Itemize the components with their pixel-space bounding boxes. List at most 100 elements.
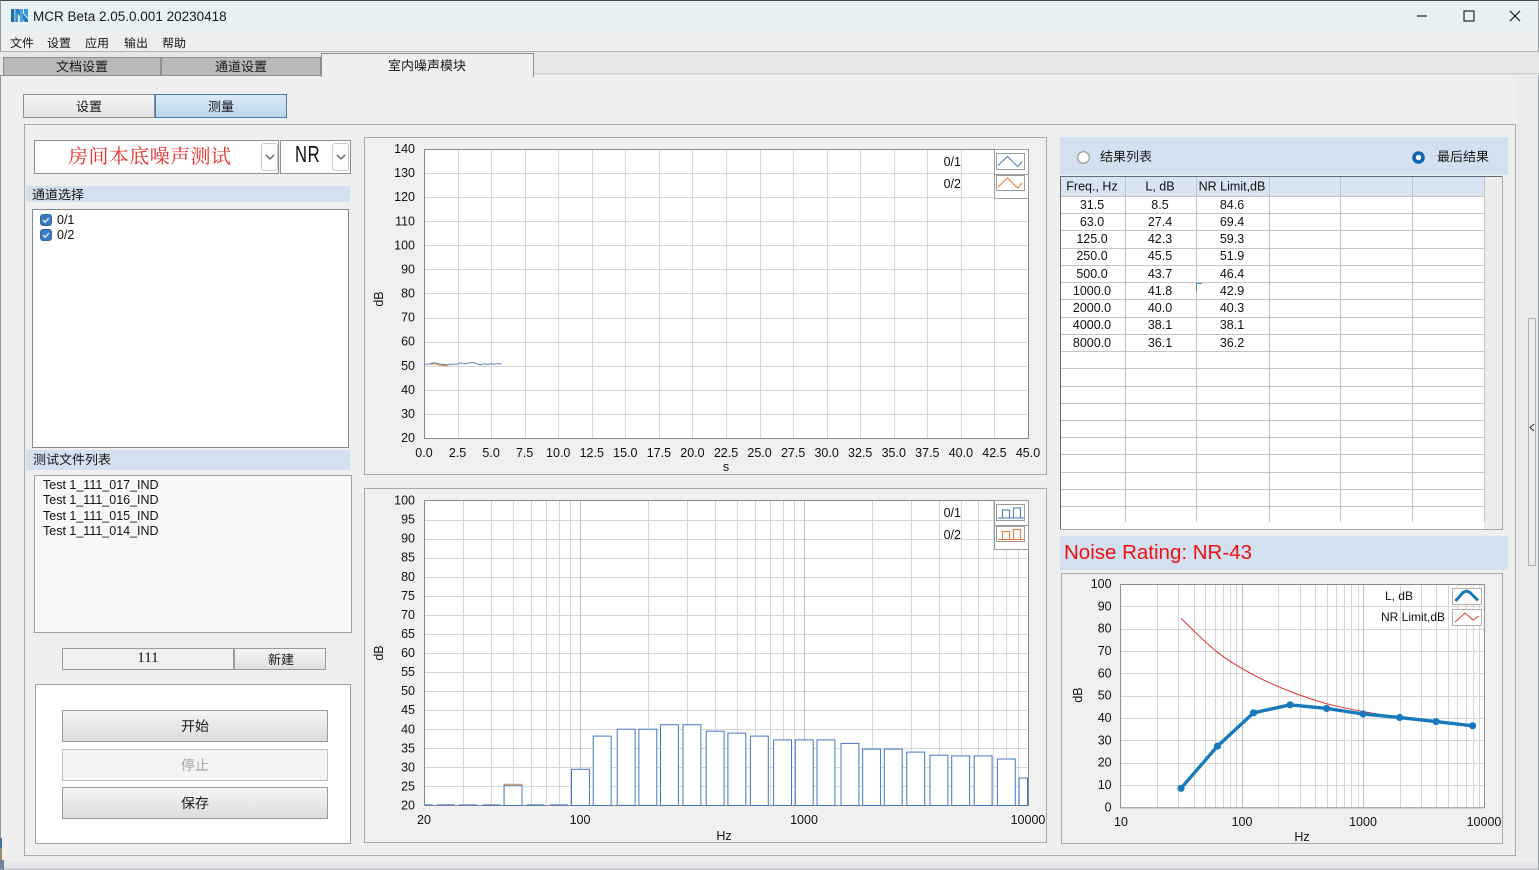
svg-text:2000.0: 2000.0 [1073, 301, 1111, 315]
svg-text:s: s [723, 460, 729, 474]
svg-text:5.0: 5.0 [482, 446, 499, 460]
svg-text:0: 0 [1105, 800, 1112, 814]
svg-text:8000.0: 8000.0 [1073, 336, 1111, 350]
svg-text:100: 100 [1232, 815, 1253, 829]
svg-text:L, dB: L, dB [1145, 180, 1174, 194]
svg-text:45.5: 45.5 [1148, 249, 1172, 263]
svg-text:59.3: 59.3 [1220, 232, 1244, 246]
svg-text:69.4: 69.4 [1220, 215, 1244, 229]
svg-text:110: 110 [395, 214, 415, 228]
svg-text:0/1: 0/1 [944, 506, 961, 520]
svg-text:90: 90 [401, 262, 415, 276]
svg-text:140: 140 [394, 142, 415, 156]
svg-text:0/2: 0/2 [944, 177, 961, 191]
svg-text:dB: dB [372, 645, 386, 660]
svg-text:100: 100 [570, 813, 591, 827]
svg-text:55: 55 [401, 665, 415, 679]
svg-text:40.0: 40.0 [949, 446, 973, 460]
svg-text:17.5: 17.5 [647, 446, 671, 460]
svg-text:40.0: 40.0 [1148, 301, 1172, 315]
svg-text:Hz: Hz [1294, 830, 1309, 844]
svg-text:10.0: 10.0 [546, 446, 570, 460]
svg-text:42.3: 42.3 [1148, 232, 1172, 246]
svg-text:12.5: 12.5 [580, 446, 604, 460]
svg-text:20: 20 [417, 813, 431, 827]
svg-text:60: 60 [401, 335, 415, 349]
svg-text:50: 50 [401, 684, 415, 698]
svg-text:35.0: 35.0 [882, 446, 906, 460]
svg-text:10000: 10000 [1011, 813, 1046, 827]
svg-text:1000: 1000 [790, 813, 818, 827]
svg-text:42.9: 42.9 [1220, 284, 1244, 298]
svg-text:80: 80 [1098, 622, 1112, 636]
svg-text:2.5: 2.5 [449, 446, 466, 460]
svg-text:27.4: 27.4 [1148, 215, 1172, 229]
svg-text:L, dB: L, dB [1385, 589, 1413, 603]
svg-text:30: 30 [401, 407, 415, 421]
svg-text:NR Limit,dB: NR Limit,dB [1199, 180, 1266, 194]
svg-text:40: 40 [1098, 711, 1112, 725]
svg-text:25: 25 [401, 779, 415, 793]
svg-text:1000: 1000 [1349, 815, 1377, 829]
svg-text:100: 100 [1091, 577, 1112, 591]
svg-text:30.0: 30.0 [814, 446, 838, 460]
svg-text:80: 80 [401, 570, 415, 584]
svg-text:0/1: 0/1 [944, 155, 961, 169]
svg-text:36.1: 36.1 [1148, 336, 1172, 350]
svg-text:40.3: 40.3 [1220, 301, 1244, 315]
svg-text:130: 130 [394, 166, 415, 180]
svg-text:250.0: 250.0 [1076, 249, 1107, 263]
svg-text:31.5: 31.5 [1080, 198, 1104, 212]
svg-text:15.0: 15.0 [613, 446, 637, 460]
svg-text:20: 20 [401, 799, 415, 813]
svg-text:51.9: 51.9 [1220, 249, 1244, 263]
svg-text:65: 65 [401, 627, 415, 641]
svg-text:36.2: 36.2 [1220, 336, 1244, 350]
svg-text:50: 50 [401, 359, 415, 373]
svg-text:90: 90 [401, 532, 415, 546]
svg-text:dB: dB [372, 291, 386, 306]
svg-text:40: 40 [401, 722, 415, 736]
svg-text:100: 100 [394, 238, 415, 252]
svg-text:42.5: 42.5 [982, 446, 1006, 460]
svg-text:43.7: 43.7 [1148, 267, 1172, 281]
svg-text:80: 80 [401, 287, 415, 301]
svg-text:7.5: 7.5 [516, 446, 533, 460]
svg-text:30: 30 [401, 760, 415, 774]
svg-text:4000.0: 4000.0 [1073, 318, 1111, 332]
svg-text:46.4: 46.4 [1220, 267, 1244, 281]
svg-text:20: 20 [1098, 756, 1112, 770]
svg-text:1000.0: 1000.0 [1073, 284, 1111, 298]
svg-text:25.0: 25.0 [747, 446, 771, 460]
svg-text:60: 60 [401, 646, 415, 660]
svg-text:90: 90 [1098, 599, 1112, 613]
svg-text:10: 10 [1098, 778, 1112, 792]
svg-text:10: 10 [1114, 815, 1128, 829]
svg-text:27.5: 27.5 [781, 446, 805, 460]
svg-text:45.0: 45.0 [1016, 446, 1040, 460]
svg-text:22.5: 22.5 [714, 446, 738, 460]
svg-text:38.1: 38.1 [1148, 318, 1172, 332]
svg-text:dB: dB [1071, 687, 1085, 702]
svg-text:35: 35 [401, 741, 415, 755]
svg-text:0/2: 0/2 [944, 528, 961, 542]
svg-text:70: 70 [401, 608, 415, 622]
svg-text:120: 120 [394, 190, 415, 204]
svg-text:40: 40 [401, 383, 415, 397]
svg-text:0.0: 0.0 [415, 446, 432, 460]
svg-text:20.0: 20.0 [680, 446, 704, 460]
svg-text:75: 75 [401, 589, 415, 603]
svg-text:30: 30 [1098, 733, 1112, 747]
svg-text:8.5: 8.5 [1151, 198, 1168, 212]
svg-text:Hz: Hz [716, 829, 731, 843]
svg-text:37.5: 37.5 [915, 446, 939, 460]
svg-text:70: 70 [1098, 644, 1112, 658]
svg-text:10000: 10000 [1467, 815, 1502, 829]
svg-text:63.0: 63.0 [1080, 215, 1104, 229]
svg-text:84.6: 84.6 [1220, 198, 1244, 212]
svg-text:NR Limit,dB: NR Limit,dB [1381, 610, 1445, 624]
svg-text:50: 50 [1098, 689, 1112, 703]
svg-text:38.1: 38.1 [1220, 318, 1244, 332]
svg-text:45: 45 [401, 703, 415, 717]
svg-text:41.8: 41.8 [1148, 284, 1172, 298]
